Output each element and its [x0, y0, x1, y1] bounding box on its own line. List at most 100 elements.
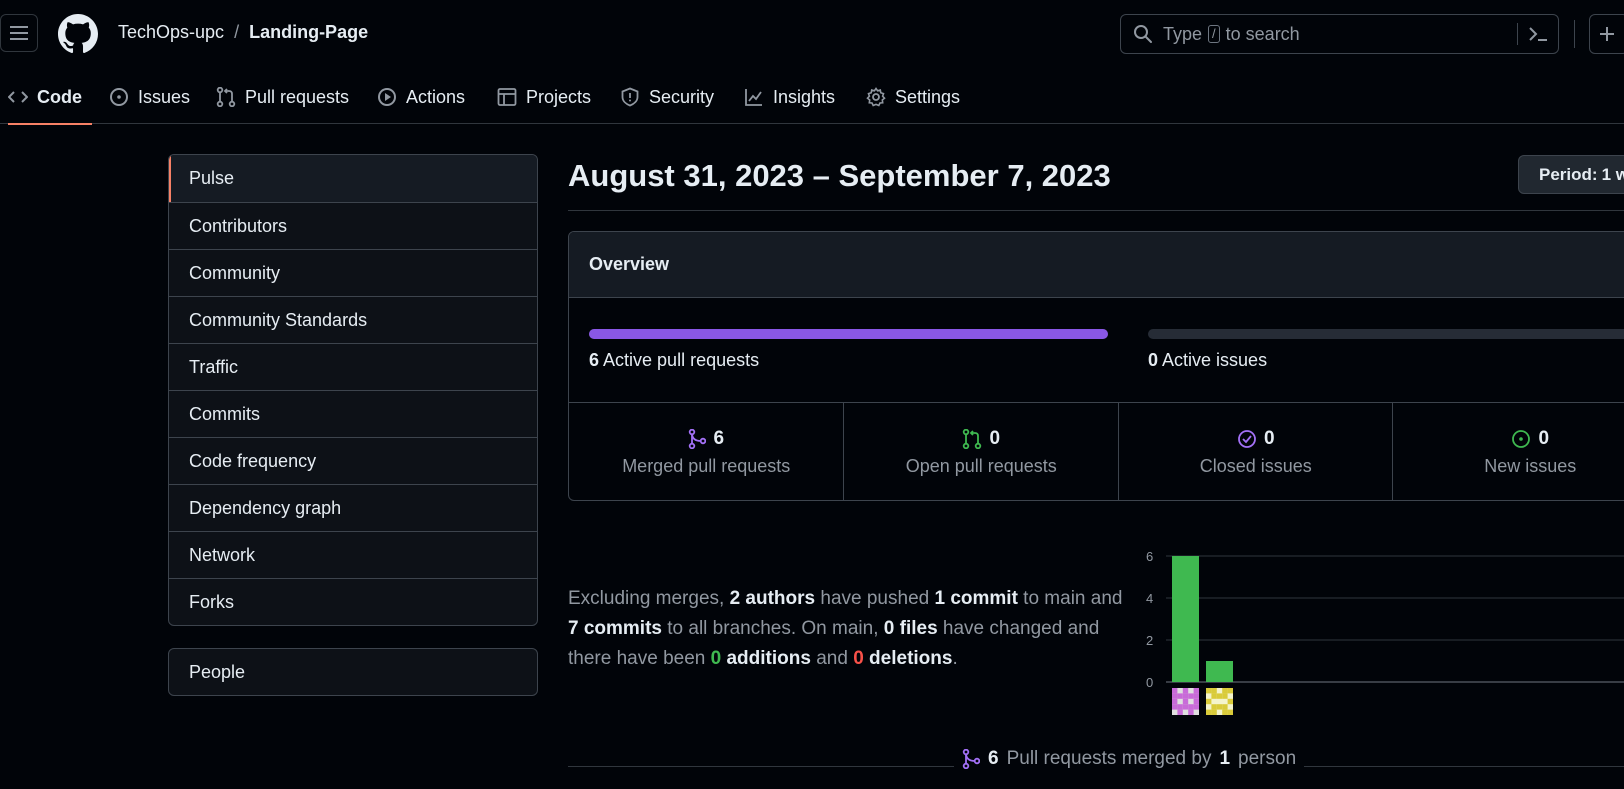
- page-title: August 31, 2023 – September 7, 2023: [568, 158, 1111, 193]
- tab-security[interactable]: Security: [620, 70, 714, 124]
- summary-text: .: [952, 648, 958, 669]
- global-header: TechOps-upc / Landing-Page Type / to sea…: [0, 0, 1624, 70]
- sidebar-item-community-standards[interactable]: Community Standards: [169, 296, 537, 343]
- tab-actions[interactable]: Actions: [377, 70, 465, 124]
- sidebar-item-contributors[interactable]: Contributors: [169, 202, 537, 249]
- breadcrumb-separator: /: [234, 22, 240, 42]
- deletions-count: 0: [853, 648, 864, 669]
- tab-label: Insights: [773, 86, 836, 107]
- git-pull-request-icon: [216, 87, 236, 107]
- merged-text: Pull requests merged by: [1006, 748, 1212, 769]
- summary-text: to all branches. On main,: [661, 618, 884, 639]
- additions-count: 0: [710, 648, 722, 669]
- owner-link[interactable]: TechOps-upc: [118, 22, 224, 43]
- tab-pull-requests[interactable]: Pull requests: [216, 70, 349, 124]
- authors-link[interactable]: 2 authors: [730, 588, 816, 609]
- sidebar-item-commits[interactable]: Commits: [169, 390, 537, 437]
- git-pull-request-icon: [963, 428, 982, 449]
- additions-label: additions: [721, 648, 811, 669]
- stat-closed-issues[interactable]: 0 Closed issues: [1117, 403, 1393, 500]
- merged-count: 6: [988, 748, 999, 769]
- tab-label: Settings: [895, 86, 961, 107]
- chart-bar[interactable]: [1206, 661, 1233, 682]
- search-divider: [1517, 23, 1518, 45]
- stat-open-pull-requests[interactable]: 0 Open pull requests: [843, 403, 1118, 500]
- plus-icon: [1600, 27, 1614, 41]
- tab-label: Pull requests: [245, 86, 350, 107]
- sidebar-item-dependency-graph[interactable]: Dependency graph: [169, 484, 537, 531]
- chart-y-tick-label: 6: [1146, 549, 1153, 564]
- tab-code[interactable]: Code: [8, 70, 92, 125]
- files-changed-link[interactable]: 0 files: [884, 618, 938, 639]
- chart-y-tick-label: 4: [1146, 591, 1153, 606]
- breadcrumb: TechOps-upc / Landing-Page: [118, 22, 368, 43]
- merged-people-count: 1: [1219, 748, 1231, 769]
- graph-icon: [745, 89, 762, 106]
- period-button-label: Period:: [1539, 164, 1598, 184]
- stat-label: Merged pull requests: [622, 455, 791, 476]
- tab-settings[interactable]: Settings: [866, 70, 960, 124]
- sidebar-item-pulse[interactable]: Pulse: [169, 155, 537, 202]
- insights-sidebar: Pulse Contributors Community Community S…: [168, 154, 538, 626]
- commit-summary: Excluding merges, 2 authors have pushed …: [568, 584, 1123, 674]
- sidebar-item-people[interactable]: People: [168, 648, 538, 696]
- overview-panel: Overview 6 Active pull requests 0 Active…: [568, 231, 1624, 501]
- period-button-value: 1 w: [1601, 164, 1624, 184]
- repo-nav: Code Issues Pull requests Actions Projec…: [0, 70, 1624, 125]
- git-merge-icon: [689, 428, 707, 449]
- code-icon: [8, 91, 28, 103]
- github-logo-icon[interactable]: [58, 14, 98, 54]
- deletions-label: deletions: [863, 648, 953, 669]
- table-icon: [497, 88, 517, 106]
- tab-label: Issues: [138, 86, 191, 107]
- hamburger-icon: [10, 26, 28, 40]
- stat-new-issues[interactable]: 0 New issues: [1392, 403, 1624, 500]
- issue-opened-icon: [1512, 429, 1531, 448]
- overview-stats: 6 Merged pull requests 0 Open pull reque…: [569, 403, 1624, 500]
- stat-label: Open pull requests: [905, 455, 1057, 476]
- search-placeholder-before: Type: [1163, 23, 1203, 44]
- sidebar-item-forks[interactable]: Forks: [169, 578, 537, 625]
- stat-merged-pull-requests[interactable]: 6 Merged pull requests: [569, 403, 843, 500]
- stat-value: 0: [989, 427, 1001, 449]
- active-pull-requests-count: 6: [589, 350, 600, 370]
- pull-requests-progress-fill: [589, 329, 1108, 339]
- sidebar-item-traffic[interactable]: Traffic: [169, 343, 537, 390]
- sidebar-item-network[interactable]: Network: [169, 531, 537, 578]
- command-palette-icon[interactable]: [1528, 25, 1548, 43]
- sidebar-item-code-frequency[interactable]: Code frequency: [169, 437, 537, 484]
- stat-value: 6: [713, 427, 725, 449]
- summary-text: and: [810, 648, 854, 669]
- active-issues-count: 0: [1148, 350, 1159, 370]
- period-dropdown-button[interactable]: Period: 1 w: [1518, 155, 1624, 194]
- commits-all-link[interactable]: 7 commits: [568, 618, 662, 639]
- active-issues-label: Active issues: [1162, 350, 1268, 370]
- activity-bars: 6 Active pull requests 0 Active issues: [569, 298, 1624, 403]
- active-issues-summary[interactable]: 0 Active issues: [1148, 350, 1267, 371]
- issues-progress-bar: [1148, 329, 1624, 339]
- create-new-button[interactable]: [1589, 14, 1624, 54]
- active-pull-requests-label: Active pull requests: [603, 350, 760, 370]
- tab-label: Actions: [406, 86, 466, 107]
- chart-y-tick-label: 2: [1146, 633, 1153, 648]
- author-avatar[interactable]: [1172, 688, 1199, 715]
- chart-bar[interactable]: [1172, 556, 1199, 682]
- summary-text: have pushed: [815, 588, 935, 609]
- menu-button[interactable]: [0, 14, 38, 52]
- tab-label: Projects: [526, 86, 592, 107]
- author-avatar[interactable]: [1206, 688, 1233, 715]
- overview-title: Overview: [569, 232, 1624, 298]
- commit-main-link[interactable]: 1 commit: [934, 588, 1017, 609]
- tab-projects[interactable]: Projects: [497, 70, 591, 124]
- search-input[interactable]: Type / to search: [1120, 14, 1559, 54]
- stat-value: 0: [1263, 427, 1275, 449]
- issue-closed-icon: [1238, 429, 1256, 448]
- stat-label: Closed issues: [1199, 455, 1312, 476]
- sidebar-item-community[interactable]: Community: [169, 249, 537, 296]
- header-divider: [1574, 20, 1575, 48]
- git-merge-icon: [962, 749, 980, 769]
- active-pull-requests-summary[interactable]: 6 Active pull requests: [589, 350, 759, 371]
- tab-issues[interactable]: Issues: [109, 70, 190, 124]
- tab-insights[interactable]: Insights: [744, 70, 835, 124]
- repo-link[interactable]: Landing-Page: [249, 22, 368, 43]
